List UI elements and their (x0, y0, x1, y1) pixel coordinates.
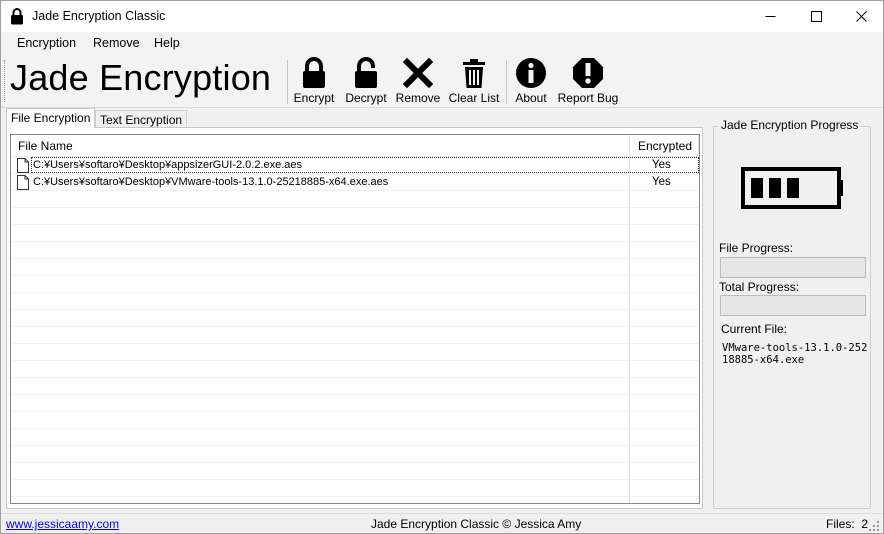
empty-row (11, 463, 699, 480)
toolbar-separator-2 (506, 60, 507, 104)
app-window: Jade Encryption Classic Encryption Remov… (0, 0, 884, 534)
empty-row (11, 191, 699, 208)
focus-rectangle (31, 157, 699, 173)
empty-row (11, 310, 699, 327)
column-divider[interactable] (629, 135, 630, 157)
files-count-label: Files: (826, 517, 855, 531)
clear-list-button[interactable]: Clear List (448, 57, 500, 107)
current-file-label: Current File: (721, 322, 788, 336)
encrypt-button[interactable]: Encrypt (293, 57, 335, 107)
menu-remove[interactable]: Remove (93, 36, 140, 50)
column-header-file-name[interactable]: File Name (18, 139, 73, 153)
empty-row (11, 208, 699, 225)
files-count-value: 2 (861, 517, 869, 531)
toolbar: Jade Encryption Encrypt Decrypt Remove C… (1, 54, 883, 108)
report-bug-button[interactable]: Report Bug (556, 57, 620, 107)
status-bar: www.jessicaamy.com Jade Encryption Class… (1, 513, 883, 533)
menu-help[interactable]: Help (154, 36, 180, 50)
clear-list-label: Clear List (448, 91, 500, 105)
file-progress-bar (720, 257, 866, 278)
empty-row (11, 480, 699, 497)
file-progress-label: File Progress: (719, 241, 794, 255)
column-divider-end (698, 135, 699, 157)
about-button[interactable]: About (512, 57, 550, 107)
decrypt-label: Decrypt (345, 91, 387, 105)
battery-icon (741, 167, 843, 209)
column-header-encrypted[interactable]: Encrypted (638, 139, 692, 153)
column-gridline (629, 157, 630, 503)
lock-app-icon (10, 8, 24, 25)
empty-row (11, 395, 699, 412)
encrypt-label: Encrypt (293, 91, 335, 105)
menu-bar: Encryption Remove Help (1, 32, 883, 54)
title-bar[interactable]: Jade Encryption Classic (1, 1, 883, 32)
decrypt-button[interactable]: Decrypt (342, 57, 390, 107)
cell-encrypted: Yes (652, 176, 671, 188)
remove-button[interactable]: Remove (395, 57, 441, 107)
about-label: About (515, 91, 547, 105)
menu-encryption[interactable]: Encryption (17, 36, 76, 50)
brand-title: Jade Encryption (10, 57, 272, 98)
maximize-button[interactable] (793, 1, 839, 32)
empty-row (11, 225, 699, 242)
empty-row (11, 293, 699, 310)
file-icon (17, 158, 29, 173)
empty-row (11, 446, 699, 463)
size-grip-icon[interactable] (869, 521, 879, 531)
toolbar-separator (287, 60, 288, 104)
file-list-header: File Name Encrypted (11, 135, 699, 157)
empty-row (11, 242, 699, 259)
status-copyright: Jade Encryption Classic © Jessica Amy (371, 517, 582, 531)
maximize-icon (810, 11, 822, 22)
trash-icon (463, 59, 485, 88)
close-icon (855, 11, 867, 22)
minimize-button[interactable] (747, 1, 793, 32)
remove-label: Remove (395, 91, 441, 105)
table-row[interactable]: C:¥Users¥softaro¥Desktop¥VMware-tools-13… (11, 174, 699, 191)
file-list[interactable]: File Name Encrypted C:¥Users¥softaro¥Des… (10, 134, 700, 504)
file-encryption-page: File Name Encrypted C:¥Users¥softaro¥Des… (6, 127, 703, 509)
empty-row (11, 361, 699, 378)
lock-open-icon (355, 57, 377, 88)
report-bug-label: Report Bug (557, 91, 619, 105)
window-title: Jade Encryption Classic (32, 9, 166, 23)
empty-row (11, 327, 699, 344)
empty-row (11, 378, 699, 395)
current-file-value: VMware-tools-13.1.0-25218885-x64.exe (722, 342, 868, 366)
warning-icon (573, 58, 603, 88)
total-progress-bar (720, 295, 866, 316)
close-button[interactable] (838, 1, 883, 32)
files-count: Files: 2 (826, 517, 868, 531)
empty-row (11, 259, 699, 276)
website-link[interactable]: www.jessicaamy.com (6, 517, 119, 531)
cell-file-name: C:¥Users¥softaro¥Desktop¥VMware-tools-13… (33, 176, 389, 188)
empty-row (11, 429, 699, 446)
empty-row (11, 412, 699, 429)
empty-row (11, 276, 699, 293)
lock-closed-icon (303, 57, 325, 88)
progress-group-title: Jade Encryption Progress (718, 118, 862, 132)
empty-row (11, 344, 699, 361)
total-progress-label: Total Progress: (719, 280, 800, 294)
minimize-icon (765, 16, 775, 17)
toolbar-grip[interactable] (4, 60, 6, 102)
x-mark-icon (402, 57, 434, 89)
table-row[interactable]: C:¥Users¥softaro¥Desktop¥appsizerGUI-2.0… (11, 157, 699, 174)
tab-file-encryption[interactable]: File Encryption (6, 108, 96, 128)
info-icon (516, 58, 546, 88)
tab-text-encryption[interactable]: Text Encryption (95, 110, 188, 128)
file-icon (17, 175, 29, 190)
